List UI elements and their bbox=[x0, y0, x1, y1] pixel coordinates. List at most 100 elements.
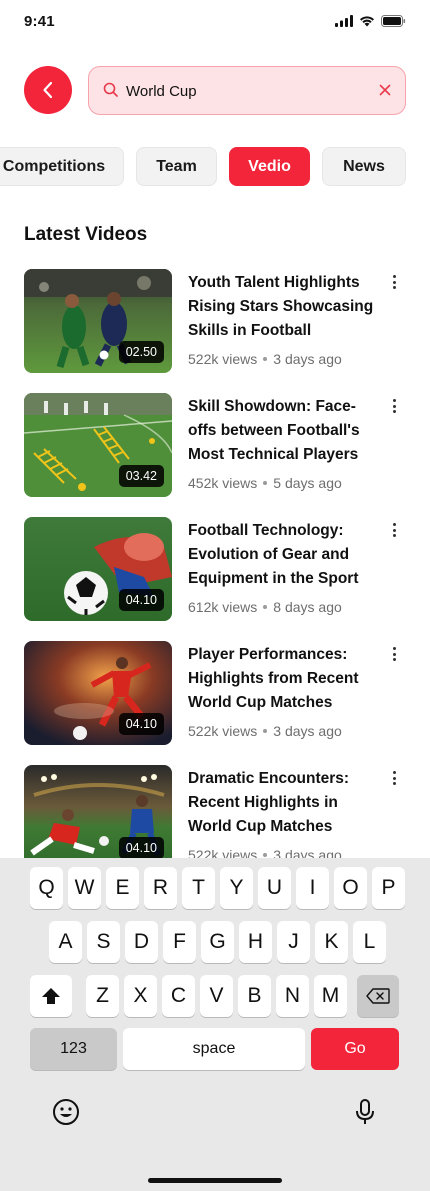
back-button[interactable] bbox=[24, 66, 72, 114]
video-views: 522k views bbox=[188, 847, 258, 858]
more-options-icon[interactable] bbox=[388, 521, 400, 539]
video-list: 02.50 Youth Talent Highlights Rising Sta… bbox=[24, 269, 406, 858]
video-meta: 452k views 5 days ago bbox=[188, 475, 342, 491]
key-b[interactable]: B bbox=[238, 975, 271, 1017]
key-v[interactable]: V bbox=[200, 975, 233, 1017]
tab-competitions[interactable]: Competitions bbox=[0, 147, 124, 186]
key-o[interactable]: O bbox=[334, 867, 367, 909]
tab-news[interactable]: News bbox=[322, 147, 406, 186]
video-views: 452k views bbox=[188, 475, 258, 491]
key-p[interactable]: P bbox=[372, 867, 405, 909]
video-meta: 612k views 8 days ago bbox=[188, 599, 342, 615]
video-views: 522k views bbox=[188, 723, 258, 739]
separator-dot bbox=[263, 728, 268, 733]
video-thumbnail[interactable]: 02.50 bbox=[24, 269, 172, 373]
key-n[interactable]: N bbox=[276, 975, 309, 1017]
separator-dot bbox=[263, 604, 268, 609]
status-time: 9:41 bbox=[24, 13, 55, 30]
video-duration: 04.10 bbox=[118, 589, 164, 611]
video-age: 3 days ago bbox=[273, 351, 342, 367]
backspace-key[interactable] bbox=[357, 975, 399, 1017]
more-options-icon[interactable] bbox=[388, 397, 400, 415]
list-item[interactable]: 03.42 Skill Showdown: Face-offs between … bbox=[24, 393, 406, 497]
video-thumbnail[interactable]: 04.10 bbox=[24, 641, 172, 745]
close-icon[interactable] bbox=[379, 84, 391, 96]
emoji-icon[interactable] bbox=[52, 1098, 80, 1126]
key-s[interactable]: S bbox=[87, 921, 120, 963]
video-title[interactable]: Player Performances: Highlights from Rec… bbox=[188, 643, 383, 715]
video-age: 8 days ago bbox=[273, 599, 342, 615]
list-item[interactable]: 04.10 Football Technology: Evolution of … bbox=[24, 517, 406, 621]
numbers-key[interactable]: 123 bbox=[30, 1028, 117, 1070]
video-thumbnail[interactable]: 04.10 bbox=[24, 517, 172, 621]
tab-team[interactable]: Team bbox=[136, 147, 217, 186]
video-title[interactable]: Football Technology: Evolution of Gear a… bbox=[188, 519, 383, 591]
space-key[interactable]: space bbox=[123, 1028, 305, 1070]
separator-dot bbox=[263, 852, 268, 857]
video-meta: 522k views 3 days ago bbox=[188, 723, 342, 739]
video-age: 5 days ago bbox=[273, 475, 342, 491]
list-item[interactable]: 04.10 Dramatic Encounters: Recent Highli… bbox=[24, 765, 406, 858]
video-meta: 522k views 3 days ago bbox=[188, 847, 342, 858]
key-q[interactable]: Q bbox=[30, 867, 63, 909]
key-c[interactable]: C bbox=[162, 975, 195, 1017]
video-age: 3 days ago bbox=[273, 847, 342, 858]
status-icons bbox=[335, 15, 406, 27]
key-w[interactable]: W bbox=[68, 867, 101, 909]
key-d[interactable]: D bbox=[125, 921, 158, 963]
video-thumbnail[interactable]: 03.42 bbox=[24, 393, 172, 497]
backspace-icon bbox=[366, 988, 390, 1004]
video-thumbnail[interactable]: 04.10 bbox=[24, 765, 172, 858]
video-title[interactable]: Dramatic Encounters: Recent Highlights i… bbox=[188, 767, 383, 839]
tab-vedio[interactable]: Vedio bbox=[229, 147, 310, 186]
key-f[interactable]: F bbox=[163, 921, 196, 963]
video-duration: 04.10 bbox=[118, 837, 164, 858]
microphone-icon[interactable] bbox=[354, 1098, 376, 1126]
shift-icon bbox=[42, 988, 60, 1004]
video-meta: 522k views 3 days ago bbox=[188, 351, 342, 367]
key-t[interactable]: T bbox=[182, 867, 215, 909]
key-z[interactable]: Z bbox=[86, 975, 119, 1017]
key-y[interactable]: Y bbox=[220, 867, 253, 909]
wifi-icon bbox=[360, 16, 374, 27]
key-k[interactable]: K bbox=[315, 921, 348, 963]
separator-dot bbox=[263, 480, 268, 485]
key-i[interactable]: I bbox=[296, 867, 329, 909]
video-title[interactable]: Skill Showdown: Face-offs between Footba… bbox=[188, 395, 383, 467]
video-age: 3 days ago bbox=[273, 723, 342, 739]
list-item[interactable]: 04.10 Player Performances: Highlights fr… bbox=[24, 641, 406, 745]
more-options-icon[interactable] bbox=[388, 769, 400, 787]
search-box[interactable] bbox=[88, 66, 406, 115]
battery-icon bbox=[381, 15, 406, 27]
key-x[interactable]: X bbox=[124, 975, 157, 1017]
key-g[interactable]: G bbox=[201, 921, 234, 963]
key-h[interactable]: H bbox=[239, 921, 272, 963]
key-e[interactable]: E bbox=[106, 867, 139, 909]
video-views: 522k views bbox=[188, 351, 258, 367]
key-m[interactable]: M bbox=[314, 975, 347, 1017]
signal-icon bbox=[335, 15, 353, 27]
key-l[interactable]: L bbox=[353, 921, 386, 963]
section-title: Latest Videos bbox=[24, 224, 148, 245]
category-tabs: Competitions Team Vedio News bbox=[0, 147, 430, 187]
more-options-icon[interactable] bbox=[388, 645, 400, 663]
separator-dot bbox=[263, 356, 268, 361]
search-header bbox=[24, 66, 406, 116]
search-icon bbox=[103, 82, 118, 97]
list-item[interactable]: 02.50 Youth Talent Highlights Rising Sta… bbox=[24, 269, 406, 373]
status-bar: 9:41 bbox=[0, 0, 430, 44]
search-input[interactable] bbox=[126, 79, 356, 103]
chevron-left-icon bbox=[43, 81, 53, 99]
more-options-icon[interactable] bbox=[388, 273, 400, 291]
shift-key[interactable] bbox=[30, 975, 72, 1017]
video-duration: 02.50 bbox=[118, 341, 164, 363]
home-indicator bbox=[148, 1178, 282, 1183]
go-key[interactable]: Go bbox=[311, 1028, 399, 1070]
key-r[interactable]: R bbox=[144, 867, 177, 909]
key-a[interactable]: A bbox=[49, 921, 82, 963]
key-u[interactable]: U bbox=[258, 867, 291, 909]
video-duration: 04.10 bbox=[118, 713, 164, 735]
video-title[interactable]: Youth Talent Highlights Rising Stars Sho… bbox=[188, 271, 383, 343]
key-j[interactable]: J bbox=[277, 921, 310, 963]
on-screen-keyboard: Q W E R T Y U I O P A S D F G H J K L Z … bbox=[0, 858, 430, 1191]
